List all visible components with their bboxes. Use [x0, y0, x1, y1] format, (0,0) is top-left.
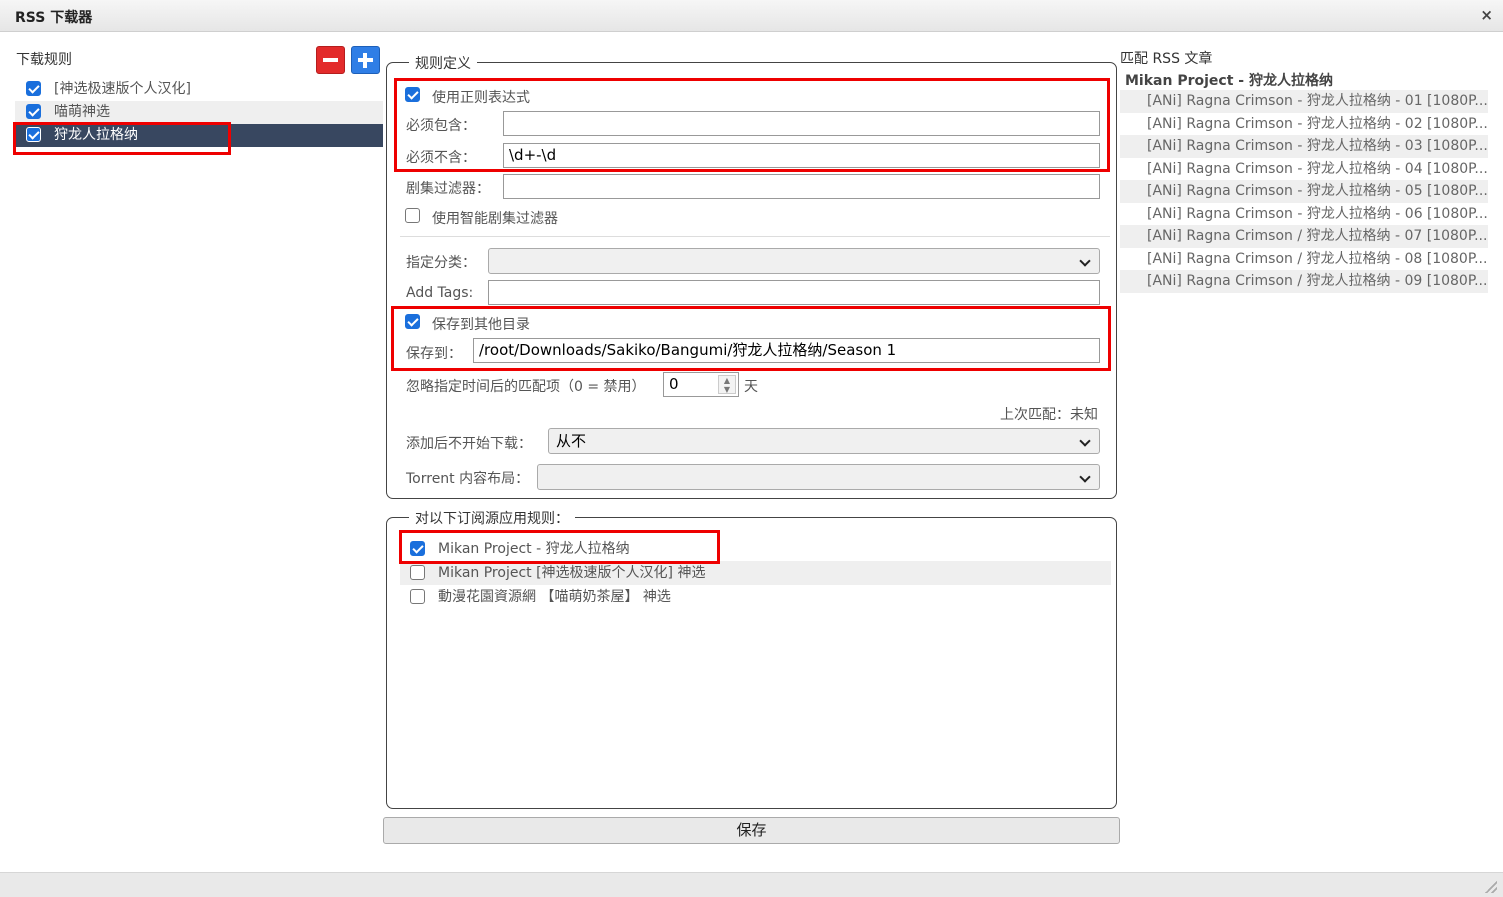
category-select[interactable] — [488, 248, 1100, 274]
window-titlebar: RSS 下载器 × — [0, 0, 1503, 32]
matched-articles-title: 匹配 RSS 文章 — [1120, 51, 1213, 67]
close-icon[interactable]: × — [1480, 6, 1493, 24]
window-title: RSS 下载器 — [15, 10, 93, 26]
ignore-days-spinbox[interactable]: 0 ▲ ▼ — [663, 372, 739, 397]
article-list: [ANi] Ragna Crimson - 狩龙人拉格纳 - 01 [1080P… — [1120, 90, 1488, 293]
episode-filter-input[interactable] — [503, 174, 1100, 199]
episode-filter-label: 剧集过滤器： — [406, 181, 490, 197]
rule-label: 喵萌神选 — [54, 104, 110, 120]
list-item[interactable]: [ANi] Ragna Crimson - 狩龙人拉格纳 - 01 [1080P… — [1120, 90, 1488, 113]
status-bar — [0, 872, 1503, 897]
feed-label: Mikan Project [神选极速版个人汉化] 神选 — [438, 565, 706, 581]
add-paused-select[interactable]: 从不 — [548, 428, 1100, 454]
section-divider — [400, 236, 1110, 237]
list-item[interactable]: [ANi] Ragna Crimson - 狩龙人拉格纳 - 03 [1080P… — [1120, 135, 1488, 158]
feeds-legend: 对以下订阅源应用规则： — [409, 508, 575, 528]
feed-item[interactable]: Mikan Project [神选极速版个人汉化] 神选 — [400, 561, 1111, 585]
feed-label: 動漫花園資源網 【喵萌奶茶屋】 神选 — [438, 589, 671, 605]
list-item[interactable]: [ANi] Ragna Crimson / 狩龙人拉格纳 - 07 [1080P… — [1120, 225, 1488, 248]
tags-label: Add Tags: — [406, 285, 474, 301]
last-match-text: 上次匹配：未知 — [1000, 407, 1098, 423]
resize-grip-icon[interactable] — [1485, 881, 1497, 893]
smart-filter-label: 使用智能剧集过滤器 — [432, 211, 558, 227]
highlight-box — [399, 530, 720, 564]
highlight-box — [394, 78, 1110, 172]
rule-checkbox[interactable] — [26, 103, 41, 119]
ignore-days-value: 0 — [669, 375, 679, 393]
highlight-box — [13, 122, 231, 155]
save-button[interactable]: 保存 — [383, 817, 1120, 844]
rule-definition-legend: 规则定义 — [409, 53, 477, 73]
list-item[interactable]: [ANi] Ragna Crimson - 狩龙人拉格纳 - 06 [1080P… — [1120, 203, 1488, 226]
add-paused-value: 从不 — [556, 432, 587, 450]
rule-checkbox[interactable] — [26, 80, 41, 96]
feed-checkbox[interactable] — [410, 564, 425, 580]
list-item[interactable]: [ANi] Ragna Crimson - 狩龙人拉格纳 - 04 [1080P… — [1120, 158, 1488, 181]
list-item[interactable]: [ANi] Ragna Crimson / 狩龙人拉格纳 - 09 [1080P… — [1120, 270, 1488, 293]
remove-rule-button[interactable] — [316, 46, 345, 74]
list-item[interactable]: [ANi] Ragna Crimson - 狩龙人拉格纳 - 02 [1080P… — [1120, 113, 1488, 136]
list-item[interactable]: [ANi] Ragna Crimson - 狩龙人拉格纳 - 05 [1080P… — [1120, 180, 1488, 203]
add-rule-button[interactable] — [351, 46, 380, 74]
highlight-box — [391, 306, 1111, 371]
chevron-down-icon — [1079, 471, 1091, 483]
tags-input[interactable] — [488, 280, 1100, 305]
chevron-down-icon — [1079, 255, 1091, 267]
add-paused-label: 添加后不开始下载： — [406, 436, 532, 452]
rule-item[interactable]: 喵萌神选 — [15, 101, 383, 124]
spin-arrows-icon[interactable]: ▲ ▼ — [718, 375, 736, 394]
matched-feed-name: Mikan Project - 狩龙人拉格纳 — [1125, 73, 1333, 89]
smart-filter-checkbox[interactable] — [405, 208, 420, 223]
rule-label: [神选极速版个人汉化] — [54, 81, 191, 97]
content-layout-select[interactable] — [537, 464, 1100, 490]
chevron-down-icon — [1079, 435, 1091, 447]
feed-item[interactable]: 動漫花園資源網 【喵萌奶茶屋】 神选 — [400, 585, 1111, 609]
category-label: 指定分类： — [406, 255, 476, 271]
content-layout-label: Torrent 内容布局： — [406, 471, 530, 487]
rules-panel-title: 下载规则 — [16, 52, 72, 68]
rule-item[interactable]: [神选极速版个人汉化] — [15, 78, 383, 101]
list-item[interactable]: [ANi] Ragna Crimson / 狩龙人拉格纳 - 08 [1080P… — [1120, 248, 1488, 271]
feed-checkbox[interactable] — [410, 588, 425, 604]
ignore-days-label: 忽略指定时间后的匹配项（0 = 禁用） — [406, 379, 646, 395]
ignore-days-unit: 天 — [744, 379, 758, 395]
